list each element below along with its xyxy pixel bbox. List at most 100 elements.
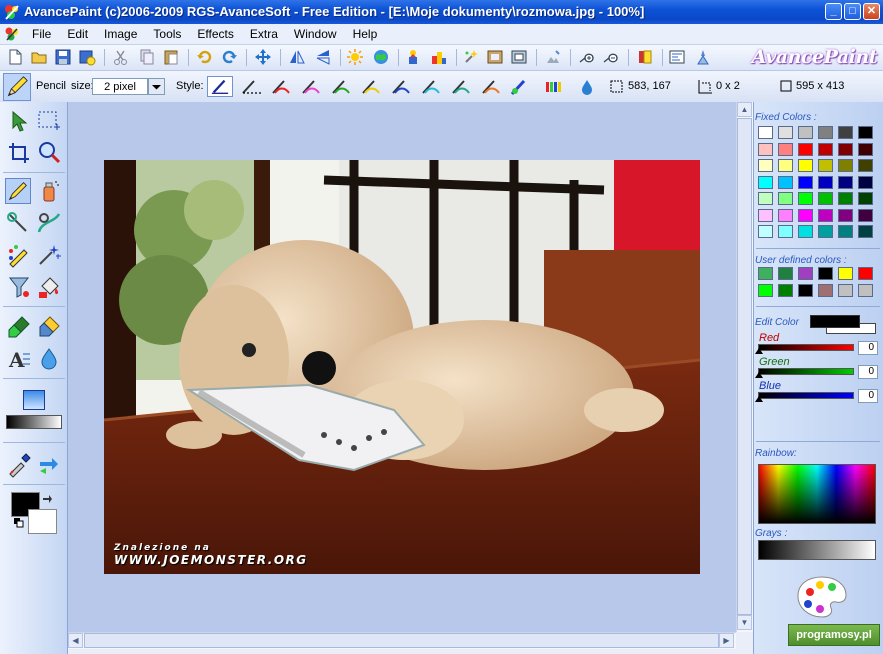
color-swatch[interactable]	[818, 159, 833, 172]
scroll-left-button[interactable]: ◀	[68, 633, 83, 648]
color-swatch[interactable]	[758, 159, 773, 172]
color-picker-fill-icon[interactable]	[6, 274, 32, 300]
style-color-pencil-icon[interactable]	[507, 76, 533, 97]
style-red-icon[interactable]	[269, 76, 295, 97]
new-file-icon[interactable]	[6, 48, 24, 66]
pencil-icon[interactable]	[5, 178, 31, 204]
color-swatch[interactable]	[758, 175, 773, 189]
color-swatch[interactable]	[838, 142, 853, 156]
title-bar[interactable]: AvancePaint (c)2006-2009 RGS-AvanceSoft …	[0, 0, 883, 24]
menu-window[interactable]: Window	[286, 24, 345, 44]
save-icon[interactable]	[54, 48, 72, 66]
sharpen-icon[interactable]	[544, 48, 562, 66]
color-swatch[interactable]	[758, 192, 773, 205]
color-swatch[interactable]	[818, 142, 833, 156]
globe-effect-icon[interactable]	[372, 48, 390, 66]
sparkle-effect-icon[interactable]	[462, 48, 480, 66]
color-swatch[interactable]	[758, 225, 773, 238]
grays-color-picker[interactable]	[758, 540, 876, 560]
color-swatch[interactable]	[838, 192, 853, 205]
zoom-in-icon[interactable]	[578, 48, 596, 66]
color-swatch[interactable]	[798, 267, 813, 280]
paint-bucket-icon[interactable]	[36, 274, 62, 300]
border-icon[interactable]	[510, 48, 528, 66]
color-swatch[interactable]	[778, 126, 793, 139]
color-swatch[interactable]	[818, 192, 833, 205]
menu-file[interactable]: File	[24, 24, 59, 44]
style-pink-icon[interactable]	[299, 76, 325, 97]
text-tool-icon[interactable]: A	[6, 346, 32, 372]
color-swatch[interactable]	[858, 192, 873, 205]
color-swatch[interactable]	[798, 208, 813, 222]
about-icon[interactable]	[694, 48, 712, 66]
green-slider-handle[interactable]	[755, 372, 763, 378]
color-swatch[interactable]	[858, 175, 873, 189]
zoom-tool-icon[interactable]	[36, 140, 62, 166]
scroll-up-button[interactable]: ▲	[737, 102, 752, 117]
color-swatch[interactable]	[858, 283, 873, 297]
color-swatch[interactable]	[798, 175, 813, 189]
background-color-swatch[interactable]	[28, 509, 57, 534]
puppy-photo[interactable]	[104, 160, 700, 574]
color-swatch[interactable]	[818, 208, 833, 222]
color-swatch[interactable]	[818, 126, 833, 139]
vertical-scrollbar[interactable]: ▲ ▼	[736, 102, 753, 632]
cut-icon[interactable]	[112, 48, 130, 66]
smudge-brush-icon[interactable]	[36, 314, 62, 340]
blue-value-field[interactable]: 0	[858, 389, 878, 403]
brightness-icon[interactable]	[346, 48, 364, 66]
plugin-icon[interactable]	[636, 48, 654, 66]
blue-channel-slider[interactable]	[758, 392, 854, 399]
paste-icon[interactable]	[162, 48, 180, 66]
color-swatch[interactable]	[798, 225, 813, 238]
style-cyan-icon[interactable]	[419, 76, 445, 97]
redo-icon[interactable]	[220, 48, 238, 66]
color-swatch[interactable]	[818, 283, 833, 297]
color-swatch[interactable]	[758, 267, 773, 280]
blue-slider-handle[interactable]	[755, 396, 763, 402]
reset-colors-icon[interactable]	[13, 517, 24, 528]
color-swatch[interactable]	[838, 126, 853, 139]
copy-icon[interactable]	[138, 48, 156, 66]
color-swatch[interactable]	[858, 142, 873, 156]
maximize-button[interactable]: □	[844, 3, 861, 20]
color-swatch[interactable]	[798, 159, 813, 172]
color-pencil-icon[interactable]	[6, 242, 32, 268]
color-swatch[interactable]	[758, 208, 773, 222]
green-channel-slider[interactable]	[758, 368, 854, 375]
curve-tool-icon[interactable]	[36, 210, 62, 236]
horizontal-scrollbar[interactable]: ◀ ▶	[68, 632, 736, 649]
menu-effects[interactable]: Effects	[189, 24, 241, 44]
line-tool-icon[interactable]	[6, 210, 32, 236]
canvas-area[interactable]: Znalezione na WWW.JOEMONSTER.ORG	[68, 102, 736, 632]
scroll-right-button[interactable]: ▶	[719, 633, 734, 648]
eyedropper-icon[interactable]	[6, 452, 32, 478]
horizontal-scroll-thumb[interactable]	[84, 633, 719, 648]
move-icon[interactable]	[254, 48, 272, 66]
color-swatch[interactable]	[838, 175, 853, 189]
undo-icon[interactable]	[196, 48, 214, 66]
style-yellow-icon[interactable]	[359, 76, 385, 97]
invert-colors-icon[interactable]	[404, 48, 422, 66]
rect-select-icon[interactable]	[36, 108, 62, 134]
color-swatch[interactable]	[858, 267, 873, 280]
color-swatch[interactable]	[818, 267, 833, 280]
magic-wand-icon[interactable]	[36, 242, 62, 268]
red-slider-handle[interactable]	[755, 348, 763, 354]
menu-help[interactable]: Help	[345, 24, 386, 44]
color-swatch[interactable]	[818, 175, 833, 189]
red-channel-slider[interactable]	[758, 344, 854, 351]
gradient-fill-icon[interactable]	[23, 390, 45, 410]
style-green-icon[interactable]	[329, 76, 355, 97]
color-swatch[interactable]	[858, 208, 873, 222]
minimize-button[interactable]: _	[825, 3, 842, 20]
swap-colors-icon[interactable]	[41, 494, 53, 506]
frame-icon[interactable]	[486, 48, 504, 66]
color-swatch[interactable]	[838, 267, 853, 280]
style-orange-icon[interactable]	[479, 76, 505, 97]
color-swatch[interactable]	[858, 126, 873, 139]
vertical-scroll-thumb[interactable]	[737, 118, 752, 615]
color-swatch[interactable]	[858, 159, 873, 172]
color-swatch[interactable]	[858, 225, 873, 238]
color-swatch[interactable]	[838, 208, 853, 222]
